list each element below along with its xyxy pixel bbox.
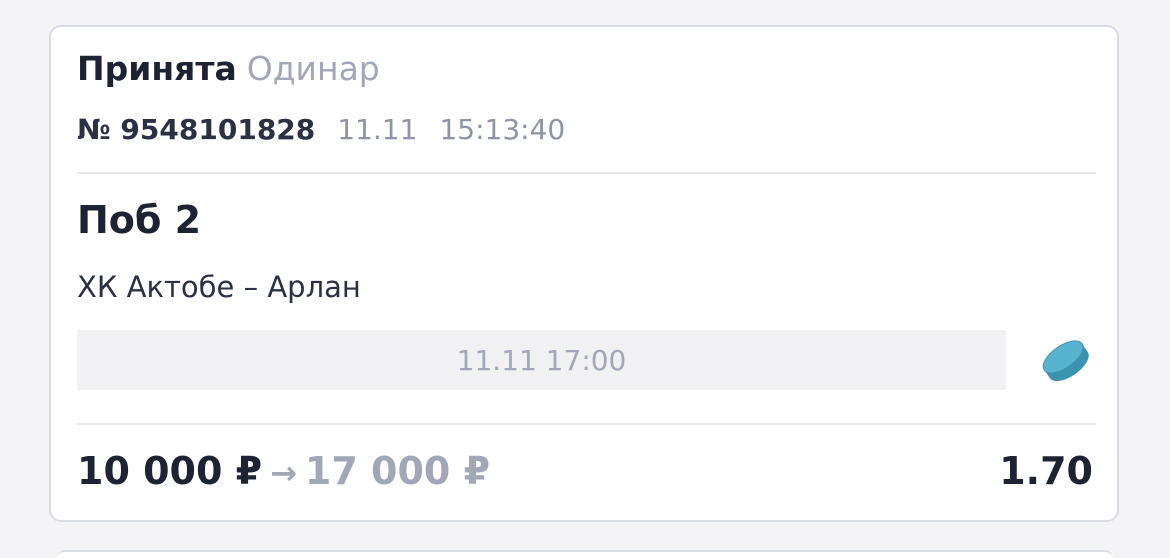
bet-odds: 1.70 [999, 449, 1093, 493]
bet-header: Принята Одинар [77, 49, 380, 89]
bet-number: № 9548101828 [77, 113, 316, 146]
match-name: ХК Актобе – Арлан [77, 270, 361, 304]
bet-meta: № 9548101828 11.11 15:13:40 [77, 113, 565, 147]
amount-row: 10 000 ₽ → 17 000 ₽ [77, 447, 490, 497]
bet-card[interactable]: Принята Одинар № 9548101828 11.11 15:13:40 … [49, 25, 1119, 522]
bet-status: Принята [77, 49, 237, 88]
arrow-right-icon: → [270, 454, 297, 492]
event-datetime: 11.11 17:00 [456, 343, 627, 377]
payout-amount: 17 000 ₽ [304, 449, 491, 493]
divider [77, 172, 1096, 174]
bet-outcome: Поб 2 [77, 198, 202, 242]
hockey-puck-icon [1037, 332, 1095, 390]
event-time-bar: 11.11 17:00 [77, 330, 1006, 390]
bet-time: 15:13:40 [439, 113, 566, 146]
stake-amount: 10 000 ₽ [77, 449, 263, 493]
divider [77, 423, 1096, 425]
bet-date: 11.11 [337, 113, 418, 146]
next-bet-card[interactable] [57, 550, 1113, 558]
bet-type: Одинар [246, 49, 380, 88]
